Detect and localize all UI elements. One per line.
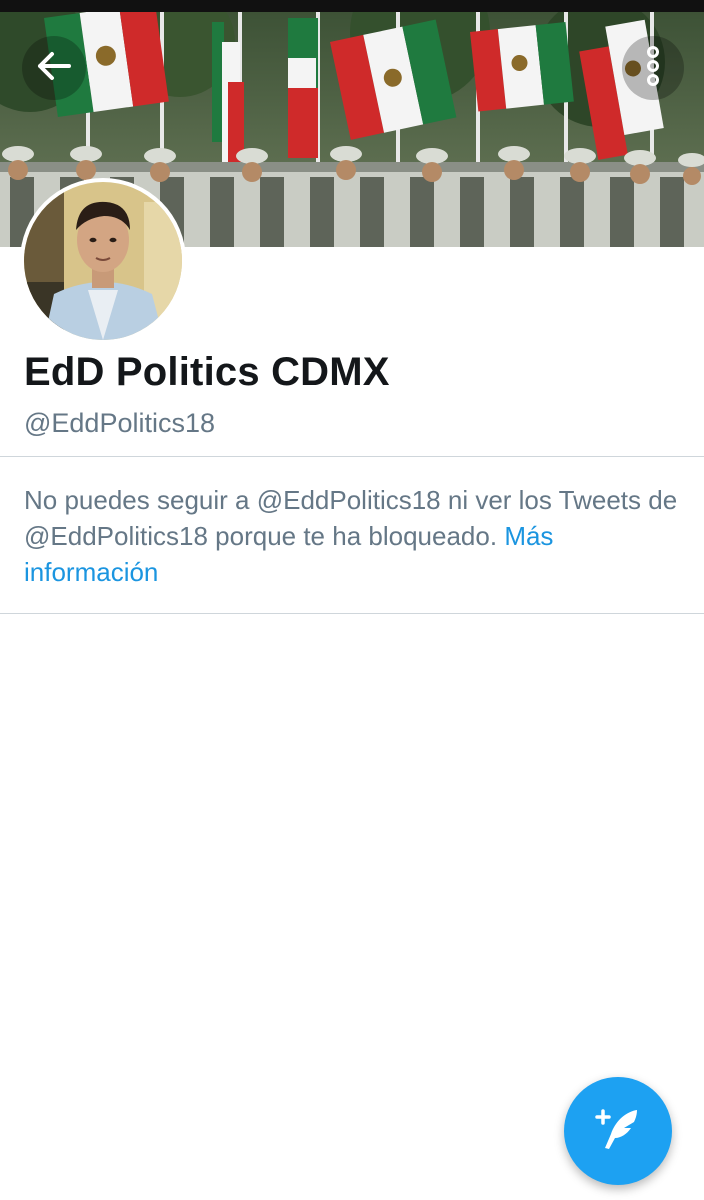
back-button[interactable] (22, 36, 86, 100)
divider (0, 613, 704, 614)
profile-display-name: EdD Politics CDMX (24, 350, 390, 394)
more-options-button[interactable] (622, 36, 684, 100)
arrow-left-icon (36, 51, 72, 86)
compose-tweet-button[interactable] (564, 1077, 672, 1185)
profile-handle: @EddPolitics18 (24, 408, 216, 438)
blocked-notice: No puedes seguir a @EddPolitics18 ni ver… (24, 482, 684, 590)
blocked-notice-text: No puedes seguir a @EddPolitics18 ni ver… (24, 485, 678, 551)
status-bar (0, 0, 704, 12)
profile-avatar[interactable] (20, 178, 186, 344)
vertical-ellipsis-icon (645, 45, 661, 91)
profile-screen: EdD Politics CDMX @EddPolitics18 No pued… (0, 0, 704, 1200)
feather-plus-icon (591, 1104, 645, 1159)
divider (0, 456, 704, 457)
